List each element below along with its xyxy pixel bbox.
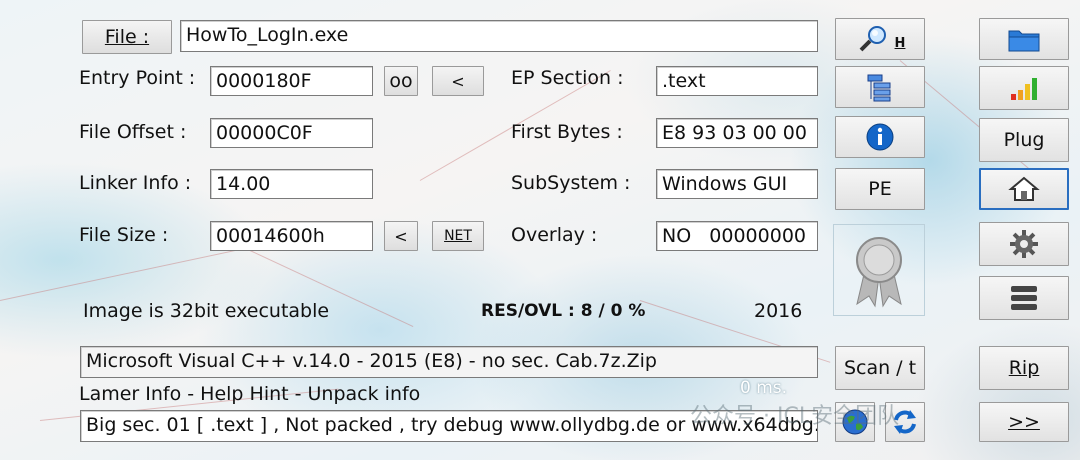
subsystem-field[interactable]: Windows GUI <box>656 169 818 199</box>
file-offset-label: File Offset : <box>79 121 187 143</box>
net-button-label: NET <box>444 228 472 244</box>
linker-info-field[interactable]: 14.00 <box>210 169 373 199</box>
size-less-button[interactable]: < <box>384 221 418 251</box>
lamer-info-text[interactable]: Lamer Info - Help Hint - Unpack info <box>79 383 420 405</box>
watermark-text: 公众号 · ICL安全团队 <box>690 404 900 429</box>
next-button-label: >> <box>1008 411 1040 433</box>
file-path-field[interactable]: HowTo_LogIn.exe <box>180 20 818 52</box>
gear-icon <box>1009 229 1039 259</box>
next-button[interactable]: >> <box>979 402 1069 442</box>
ep-section-field[interactable]: .text <box>656 66 818 96</box>
file-size-field[interactable]: 00014600h <box>210 221 373 251</box>
magnifier-icon <box>855 24 891 54</box>
detection-field[interactable]: Microsoft Visual C++ v.14.0 - 2015 (E8) … <box>80 346 818 378</box>
image-type-text: Image is 32bit executable <box>83 300 330 322</box>
search-button[interactable]: H <box>835 18 925 60</box>
file-button-label: File : <box>104 26 150 48</box>
ep-section-label: EP Section : <box>511 67 624 89</box>
ep-less-button[interactable]: < <box>432 66 484 96</box>
open-folder-button[interactable] <box>979 18 1069 60</box>
section-list-button[interactable] <box>835 66 925 108</box>
overlay-label: Overlay : <box>511 224 598 246</box>
linker-info-label: Linker Info : <box>79 172 192 194</box>
plug-button[interactable]: Plug <box>979 118 1069 162</box>
scan-button-label: Scan / t <box>843 357 917 379</box>
first-bytes-field[interactable]: E8 93 03 00 00 <box>656 118 818 148</box>
size-less-button-label: < <box>394 226 408 246</box>
timing-text: 0 ms. <box>740 378 788 398</box>
tree-list-icon <box>865 72 895 102</box>
scan-button[interactable]: Scan / t <box>835 346 925 390</box>
file-button[interactable]: File : <box>82 20 172 54</box>
rip-button-label: Rip <box>1008 357 1040 379</box>
stats-button[interactable] <box>979 66 1069 110</box>
menu-button[interactable] <box>979 276 1069 320</box>
entry-point-field[interactable]: 0000180F <box>210 66 373 96</box>
settings-button[interactable] <box>979 222 1069 266</box>
file-offset-field[interactable]: 00000C0F <box>210 118 373 148</box>
plug-button-label: Plug <box>1003 129 1045 151</box>
ep-less-button-label: < <box>451 71 465 91</box>
overlay-field[interactable]: NO 00000000 <box>656 221 818 251</box>
net-button[interactable]: NET <box>432 221 484 251</box>
home-button[interactable] <box>979 168 1069 210</box>
first-bytes-label: First Bytes : <box>511 121 623 143</box>
award-ribbon-icon <box>849 232 909 308</box>
pe-button-label: PE <box>868 178 892 200</box>
file-size-label: File Size : <box>79 224 169 246</box>
subsystem-label: SubSystem : <box>511 172 631 194</box>
folder-icon <box>1007 25 1041 53</box>
search-hotkey-label: H <box>894 35 906 51</box>
signal-bars-icon <box>1007 74 1041 102</box>
entry-point-label: Entry Point : <box>79 67 196 89</box>
info-icon <box>865 122 895 152</box>
oo-button-label: oo <box>389 70 413 92</box>
year-text: 2016 <box>754 300 803 322</box>
info-button[interactable] <box>835 116 925 158</box>
stack-menu-icon <box>1008 283 1040 313</box>
home-icon <box>1008 175 1040 203</box>
oo-button[interactable]: oo <box>384 66 418 96</box>
res-ovl-text: RES/OVL : 8 / 0 % <box>481 301 646 321</box>
pe-button[interactable]: PE <box>835 168 925 210</box>
rip-button[interactable]: Rip <box>979 346 1069 390</box>
badge-panel <box>833 224 925 316</box>
